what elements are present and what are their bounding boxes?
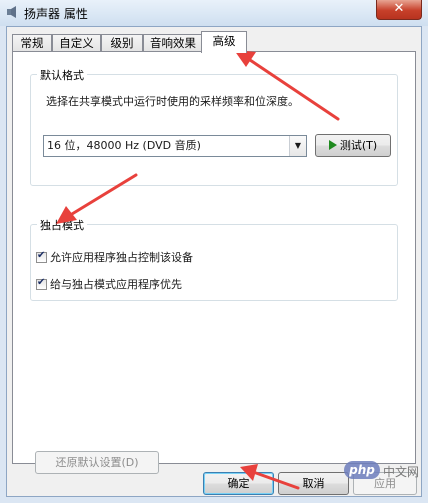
watermark-text: 中文网 — [383, 465, 420, 479]
tab-advanced[interactable]: 高级 — [201, 31, 247, 53]
watermark: php 中文网 — [344, 461, 420, 481]
annotation-arrow-checkbox — [56, 173, 138, 224]
watermark-logo: php — [344, 461, 380, 479]
annotation-arrow-tab — [234, 50, 340, 121]
annotation-arrow-ok — [240, 464, 300, 490]
annotation-arrows — [56, 50, 340, 490]
